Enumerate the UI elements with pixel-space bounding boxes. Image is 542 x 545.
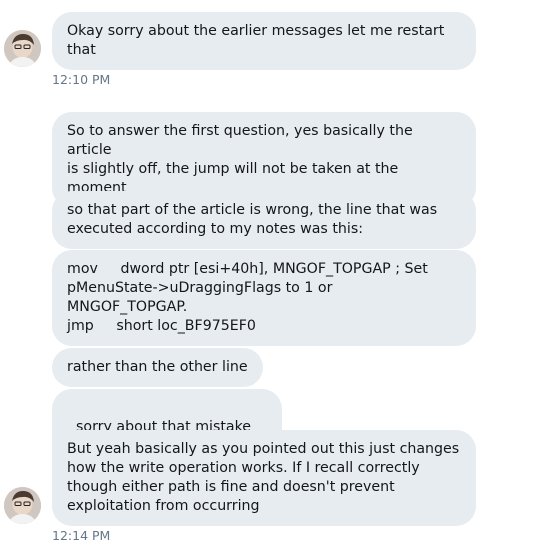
avatar[interactable]: [4, 487, 41, 524]
avatar[interactable]: [4, 30, 41, 67]
message-timestamp: 12:14 PM: [52, 528, 111, 543]
user-avatar-icon: [4, 30, 41, 67]
message-bubble[interactable]: rather than the other line: [52, 348, 263, 387]
message-bubble[interactable]: But yeah basically as you pointed out th…: [52, 430, 476, 526]
message-bubble[interactable]: so that part of the article is wrong, th…: [52, 191, 476, 249]
user-avatar-icon: [4, 487, 41, 524]
message-timestamp: 12:10 PM: [52, 72, 111, 87]
message-bubble[interactable]: Okay sorry about the earlier messages le…: [52, 12, 476, 70]
message-bubble[interactable]: mov dword ptr [esi+40h], MNGOF_TOPGAP ; …: [52, 250, 476, 346]
